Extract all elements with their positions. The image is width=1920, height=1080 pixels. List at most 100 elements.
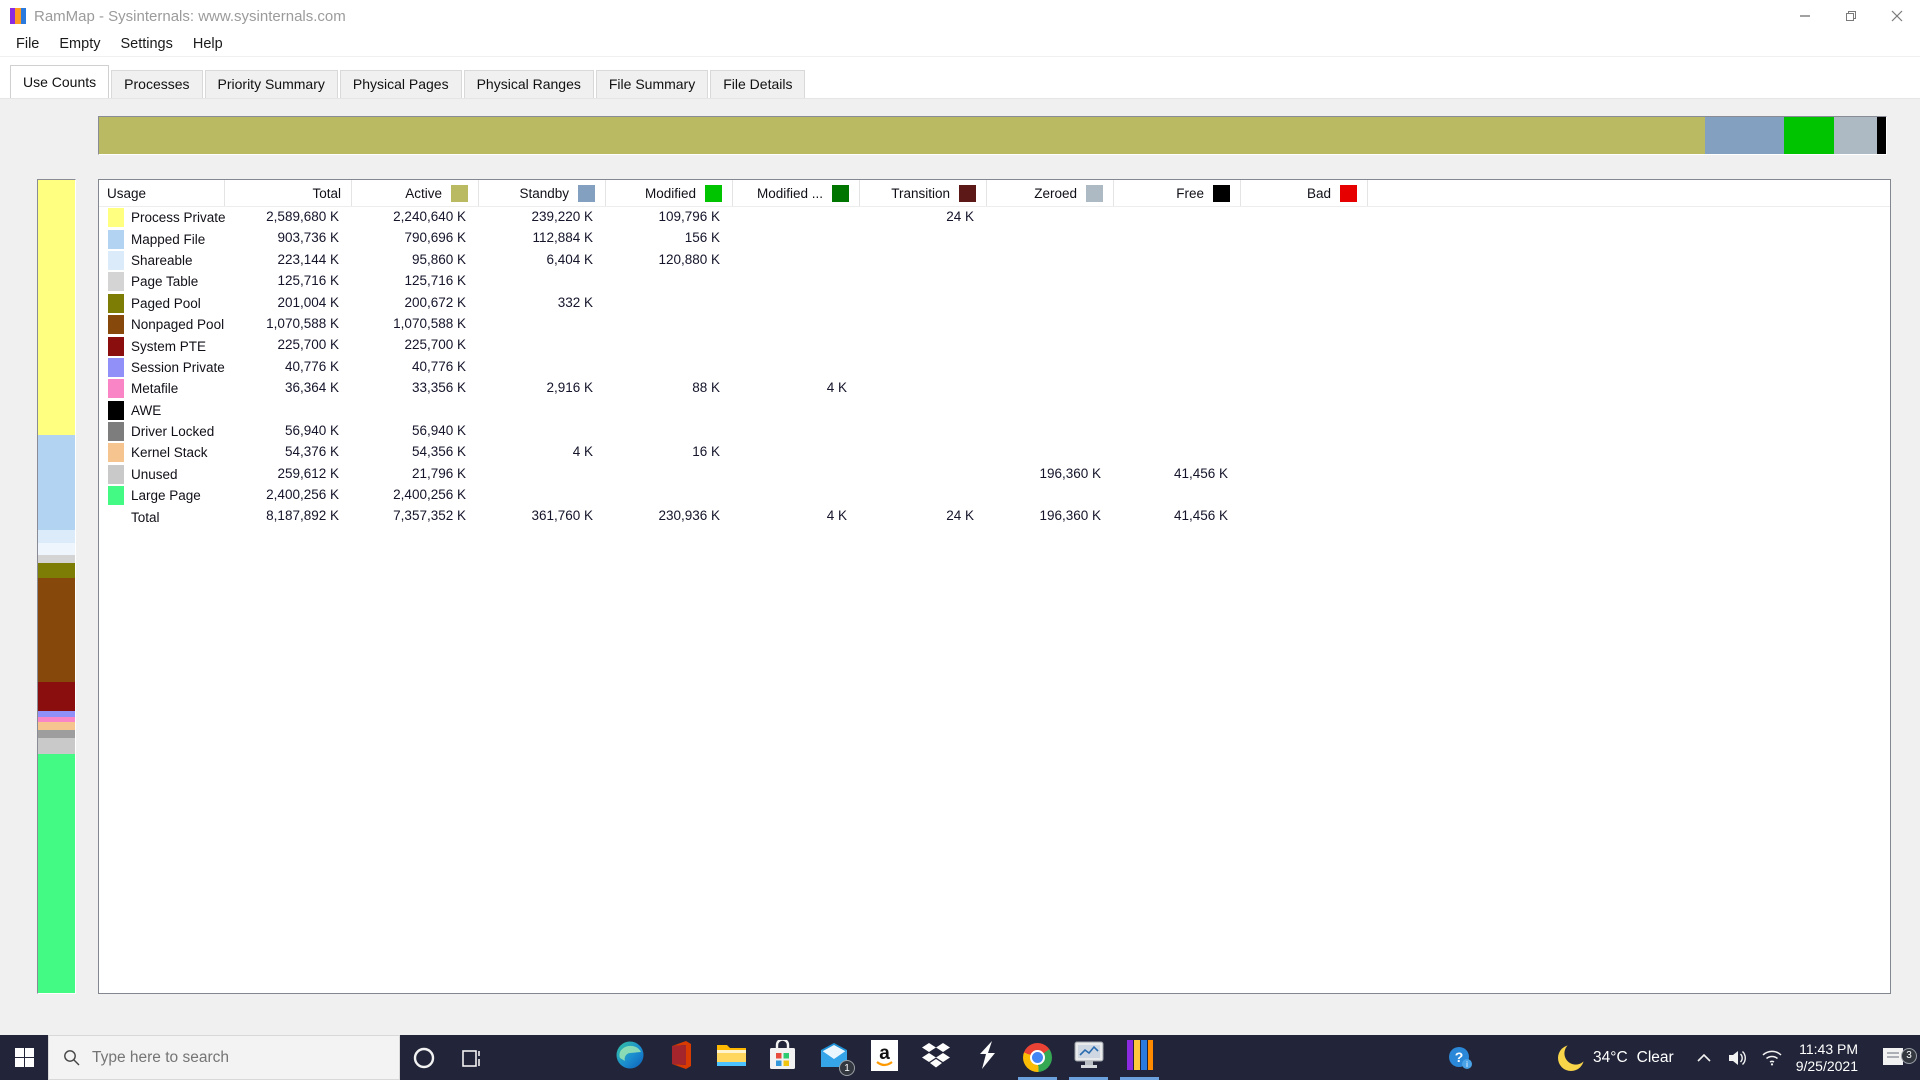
- taskbar-app-store[interactable]: [757, 1035, 808, 1080]
- table-row-kernel-stack[interactable]: Kernel Stack 54,376 K 54,356 K 4 K 16 K: [99, 442, 1890, 463]
- table-row-nonpaged-pool[interactable]: Nonpaged Pool 1,070,588 K 1,070,588 K: [99, 314, 1890, 335]
- value-cell: [987, 421, 1114, 442]
- table-row-session-private[interactable]: Session Private 40,776 K 40,776 K: [99, 357, 1890, 378]
- tab-physical-ranges[interactable]: Physical Ranges: [463, 70, 594, 98]
- taskbar-search[interactable]: [48, 1035, 400, 1080]
- taskbar-app-rammap[interactable]: [1114, 1035, 1165, 1080]
- value-cell: [860, 228, 987, 249]
- value-cell: 112,884 K: [532, 230, 593, 246]
- menu-item-help[interactable]: Help: [183, 34, 233, 54]
- column-header-total[interactable]: Total: [225, 180, 352, 206]
- search-input[interactable]: [92, 1048, 362, 1067]
- mail-badge: 1: [839, 1060, 855, 1076]
- taskbar-app-mail[interactable]: 1: [808, 1035, 859, 1080]
- column-header-modified[interactable]: Modified ...: [733, 180, 860, 206]
- value-cell: [1241, 335, 1368, 356]
- tab-priority-summary[interactable]: Priority Summary: [204, 70, 338, 98]
- table-row-process-private[interactable]: Process Private 2,589,680 K 2,240,640 K 239…: [99, 207, 1890, 228]
- weather-temperature: 34°C: [1593, 1048, 1628, 1066]
- taskbar-app-chrome[interactable]: [1012, 1035, 1063, 1080]
- value-cell: [860, 485, 987, 506]
- menu-item-settings[interactable]: Settings: [110, 34, 182, 54]
- column-header-standby[interactable]: Standby: [479, 180, 606, 206]
- usage-cell: System PTE: [99, 335, 225, 356]
- unused-color-swatch: [108, 464, 124, 484]
- value-cell: 196,360 K: [1039, 465, 1101, 481]
- table-row-metafile[interactable]: Metafile 36,364 K 33,356 K 2,916 K 88 K 4 K: [99, 378, 1890, 399]
- tab-use-counts[interactable]: Use Counts: [10, 65, 110, 98]
- active-color-swatch: [451, 184, 468, 202]
- usage-cell: Total: [99, 506, 225, 527]
- value-cell: [860, 335, 987, 356]
- menu-item-file[interactable]: File: [6, 34, 49, 54]
- value-cell: 230,936 K: [658, 508, 720, 524]
- cortana-button[interactable]: [400, 1035, 448, 1080]
- table-row-awe[interactable]: AWE: [99, 400, 1890, 421]
- table-row-page-table[interactable]: Page Table 125,716 K 125,716 K: [99, 271, 1890, 292]
- table-row-large-page[interactable]: Large Page 2,400,256 K 2,400,256 K: [99, 485, 1890, 506]
- tab-processes[interactable]: Processes: [111, 70, 203, 98]
- column-header-transition[interactable]: Transition: [860, 180, 987, 206]
- speaker-icon: [1728, 1050, 1746, 1065]
- get-help-button[interactable]: ? i: [1438, 1045, 1482, 1071]
- close-button[interactable]: [1874, 0, 1920, 32]
- taskbar-app-amazon[interactable]: a: [859, 1035, 910, 1080]
- help-icon: ? i: [1449, 1046, 1473, 1069]
- value-cell: [1241, 293, 1368, 314]
- column-header-active[interactable]: Active: [352, 180, 479, 206]
- column-header-usage[interactable]: Usage: [99, 180, 225, 206]
- value-cell: [606, 421, 733, 442]
- awe-color-swatch: [108, 400, 124, 420]
- table-row-paged-pool[interactable]: Paged Pool 201,004 K 200,672 K 332 K: [99, 293, 1890, 314]
- taskbar-app-sysinternals[interactable]: [961, 1035, 1012, 1080]
- table-body: Process Private 2,589,680 K 2,240,640 K 239…: [99, 207, 1890, 528]
- clock[interactable]: 11:43 PM 9/25/2021: [1796, 1041, 1858, 1075]
- value-cell: 2,589,680 K: [266, 209, 339, 224]
- wifi-icon: [1762, 1050, 1782, 1066]
- column-header-modified[interactable]: Modified: [606, 180, 733, 206]
- table-row-shareable[interactable]: Shareable 223,144 K 95,860 K 6,404 K 120,880…: [99, 250, 1890, 271]
- action-center-button[interactable]: 3: [1868, 1047, 1920, 1069]
- table-row-mapped-file[interactable]: Mapped File 903,736 K 790,696 K 112,884 K 15…: [99, 228, 1890, 249]
- table-row-unused[interactable]: Unused 259,612 K 21,796 K 196,360 K 41,456 K: [99, 464, 1890, 485]
- value-cell: 54,356 K: [411, 444, 466, 460]
- column-header-zeroed[interactable]: Zeroed: [987, 180, 1114, 206]
- column-header-bad[interactable]: Bad: [1241, 180, 1368, 206]
- taskbar-app-edge[interactable]: [604, 1035, 655, 1080]
- menu-item-empty[interactable]: Empty: [49, 34, 110, 54]
- tab-file-details[interactable]: File Details: [710, 70, 806, 98]
- tray-overflow-button[interactable]: [1688, 1053, 1720, 1062]
- value-cell: 2,240,640 K: [393, 209, 466, 224]
- value-cell: [1114, 378, 1241, 399]
- weather-widget[interactable]: 34°C Clear: [1558, 1044, 1674, 1071]
- minimize-button[interactable]: [1782, 0, 1828, 32]
- taskbar-app-file-explorer[interactable]: [706, 1035, 757, 1080]
- table-row-total[interactable]: Total 8,187,892 K 7,357,352 K 361,760 K 230,…: [99, 506, 1890, 527]
- tab-file-summary[interactable]: File Summary: [595, 70, 709, 98]
- value-cell: 95,860 K: [411, 251, 466, 267]
- network-button[interactable]: [1756, 1049, 1788, 1066]
- restore-button[interactable]: [1828, 0, 1874, 32]
- value-cell: 33,356 K: [411, 380, 466, 396]
- chrome-icon: [1023, 1043, 1052, 1072]
- close-icon: [1891, 10, 1903, 22]
- usage-label: Session Private: [131, 359, 225, 375]
- mapped-file-color-swatch: [108, 229, 124, 249]
- value-cell: [479, 357, 606, 378]
- column-header-free[interactable]: Free: [1114, 180, 1241, 206]
- tab-physical-pages[interactable]: Physical Pages: [339, 70, 462, 98]
- taskbar-app-perfmon[interactable]: [1063, 1035, 1114, 1080]
- start-button[interactable]: [0, 1035, 48, 1080]
- task-view-button[interactable]: [448, 1035, 496, 1080]
- value-cell: 109,796 K: [658, 209, 720, 224]
- value-cell: [606, 485, 733, 506]
- table-row-system-pte[interactable]: System PTE 225,700 K 225,700 K: [99, 335, 1890, 356]
- usage-label: Mapped File: [131, 231, 206, 247]
- taskbar-app-dropbox[interactable]: [910, 1035, 961, 1080]
- column-segment-paged-pool: [38, 562, 75, 579]
- value-cell: 41,456 K: [1173, 465, 1228, 481]
- table-row-driver-locked[interactable]: Driver Locked 56,940 K 56,940 K: [99, 421, 1890, 442]
- taskbar-app-office[interactable]: [655, 1035, 706, 1080]
- column-header-filler: [1368, 180, 1890, 206]
- volume-button[interactable]: [1722, 1049, 1754, 1067]
